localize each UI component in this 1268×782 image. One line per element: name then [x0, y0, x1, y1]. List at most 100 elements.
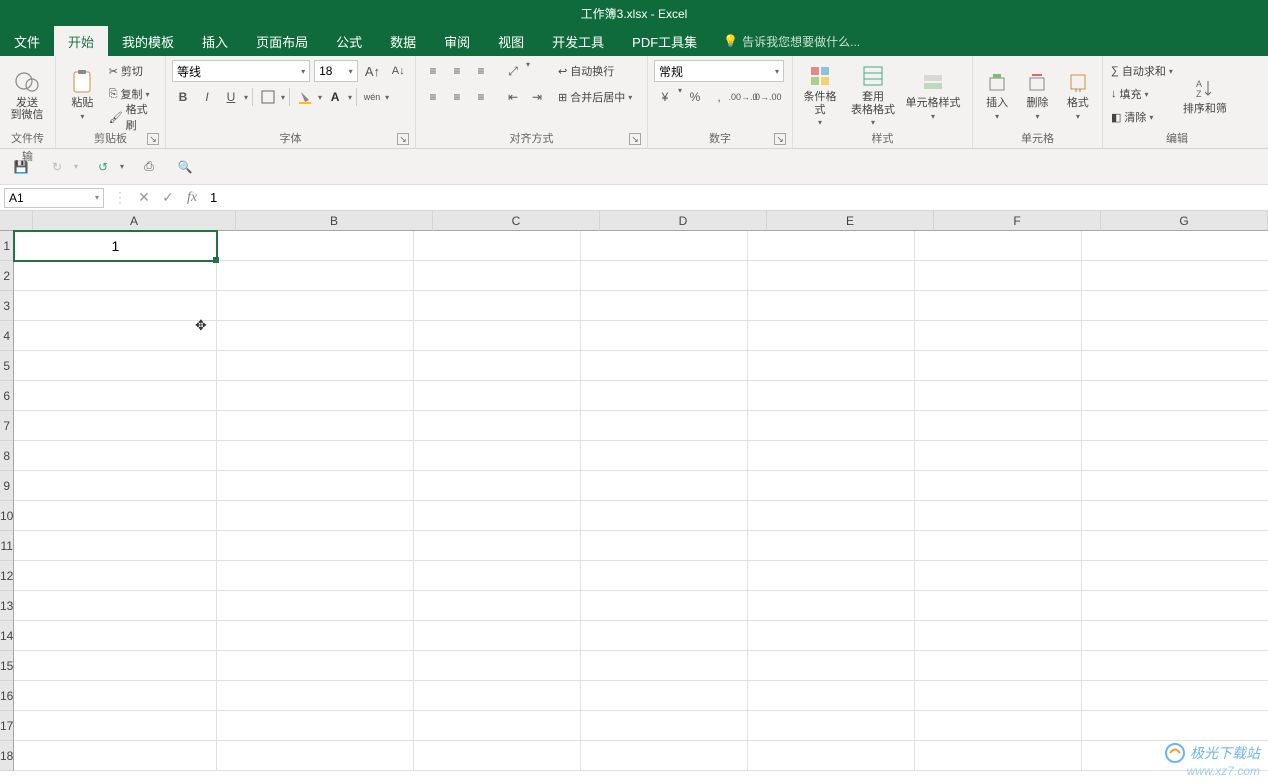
row-header[interactable]: 7: [0, 411, 13, 441]
merge-center-button[interactable]: ⊞合并后居中▾: [556, 86, 634, 108]
enter-icon[interactable]: ✓: [156, 189, 180, 206]
cell[interactable]: [581, 501, 748, 531]
cell[interactable]: [414, 651, 581, 681]
row-header[interactable]: 14: [0, 621, 13, 651]
cell[interactable]: [915, 441, 1082, 471]
cell[interactable]: [915, 471, 1082, 501]
row-header[interactable]: 4: [0, 321, 13, 351]
cell[interactable]: [581, 741, 748, 771]
cell[interactable]: [217, 321, 414, 351]
cell[interactable]: [915, 321, 1082, 351]
cell[interactable]: [748, 381, 915, 411]
menu-review[interactable]: 审阅: [430, 26, 484, 56]
cell[interactable]: [581, 291, 748, 321]
cell[interactable]: [581, 231, 748, 261]
redo-icon[interactable]: ↻: [46, 156, 68, 178]
cell[interactable]: [217, 621, 414, 651]
cell[interactable]: [581, 531, 748, 561]
cell[interactable]: [14, 501, 217, 531]
decrease-font-icon[interactable]: A↓: [387, 60, 409, 82]
font-color-button[interactable]: A: [324, 86, 346, 108]
cell[interactable]: [1082, 561, 1268, 591]
cell[interactable]: [217, 651, 414, 681]
col-header-B[interactable]: B: [236, 211, 433, 231]
format-cells-button[interactable]: 格式▾: [1060, 60, 1096, 130]
cell[interactable]: [748, 261, 915, 291]
orientation-icon[interactable]: ⤢: [502, 60, 524, 82]
cell[interactable]: [217, 531, 414, 561]
cell[interactable]: [217, 591, 414, 621]
cell[interactable]: [1082, 411, 1268, 441]
cell[interactable]: [14, 621, 217, 651]
dialog-launcher-icon[interactable]: ↘: [629, 133, 641, 145]
cell[interactable]: [748, 411, 915, 441]
row-header[interactable]: 17: [0, 711, 13, 741]
cell[interactable]: [217, 471, 414, 501]
bold-button[interactable]: B: [172, 86, 194, 108]
cell[interactable]: [915, 351, 1082, 381]
align-top-icon[interactable]: ≡: [422, 60, 444, 82]
cell[interactable]: [915, 651, 1082, 681]
cells-area[interactable]: 1: [14, 231, 1268, 771]
cell[interactable]: [217, 411, 414, 441]
cell[interactable]: [217, 711, 414, 741]
cell[interactable]: [1082, 471, 1268, 501]
cell[interactable]: [1082, 441, 1268, 471]
cell[interactable]: [1082, 621, 1268, 651]
cell[interactable]: [581, 591, 748, 621]
cell[interactable]: [915, 231, 1082, 261]
cell[interactable]: [915, 621, 1082, 651]
cell[interactable]: [414, 741, 581, 771]
cell[interactable]: [14, 711, 217, 741]
cell[interactable]: [217, 681, 414, 711]
decrease-decimal-icon[interactable]: .0→.00: [756, 86, 778, 108]
row-header[interactable]: 2: [0, 261, 13, 291]
cell[interactable]: [14, 561, 217, 591]
cell[interactable]: [414, 231, 581, 261]
cell[interactable]: [748, 621, 915, 651]
cell[interactable]: [915, 291, 1082, 321]
cell[interactable]: [581, 681, 748, 711]
cell[interactable]: [748, 351, 915, 381]
menu-templates[interactable]: 我的模板: [108, 26, 188, 56]
menu-home[interactable]: 开始: [54, 26, 108, 56]
cell[interactable]: [414, 711, 581, 741]
currency-icon[interactable]: ¥: [654, 86, 676, 108]
decrease-indent-icon[interactable]: ⇤: [502, 86, 524, 108]
increase-font-icon[interactable]: A↑: [362, 60, 384, 82]
cell[interactable]: [748, 711, 915, 741]
row-header[interactable]: 5: [0, 351, 13, 381]
align-center-icon[interactable]: ≡: [446, 86, 468, 108]
cell[interactable]: [1082, 681, 1268, 711]
cell[interactable]: [748, 651, 915, 681]
name-box[interactable]: ▾: [4, 188, 104, 208]
cell[interactable]: 1: [14, 231, 217, 261]
cell[interactable]: [414, 321, 581, 351]
cell[interactable]: [915, 411, 1082, 441]
row-header[interactable]: 8: [0, 441, 13, 471]
cell[interactable]: [748, 591, 915, 621]
cell[interactable]: [414, 681, 581, 711]
row-header[interactable]: 3: [0, 291, 13, 321]
increase-indent-icon[interactable]: ⇥: [526, 86, 548, 108]
cell[interactable]: [1082, 381, 1268, 411]
row-header[interactable]: 16: [0, 681, 13, 711]
cell[interactable]: [581, 711, 748, 741]
print-preview-icon[interactable]: ⎙: [138, 156, 160, 178]
cell[interactable]: [1082, 711, 1268, 741]
table-format-button[interactable]: 套用 表格格式▾: [845, 60, 901, 130]
wrap-text-button[interactable]: ↩自动换行: [556, 60, 634, 82]
cell[interactable]: [414, 291, 581, 321]
cell[interactable]: [14, 531, 217, 561]
page-preview-icon[interactable]: 🔍: [174, 156, 196, 178]
cell[interactable]: [581, 651, 748, 681]
cell[interactable]: [14, 381, 217, 411]
cell[interactable]: [414, 351, 581, 381]
paste-button[interactable]: 粘贴 ▾: [62, 60, 103, 130]
number-format-select[interactable]: 常规▾: [654, 60, 784, 82]
cell[interactable]: [748, 471, 915, 501]
cell[interactable]: [414, 411, 581, 441]
cell[interactable]: [915, 531, 1082, 561]
font-name-select[interactable]: ▾: [172, 60, 310, 82]
cell[interactable]: [915, 681, 1082, 711]
